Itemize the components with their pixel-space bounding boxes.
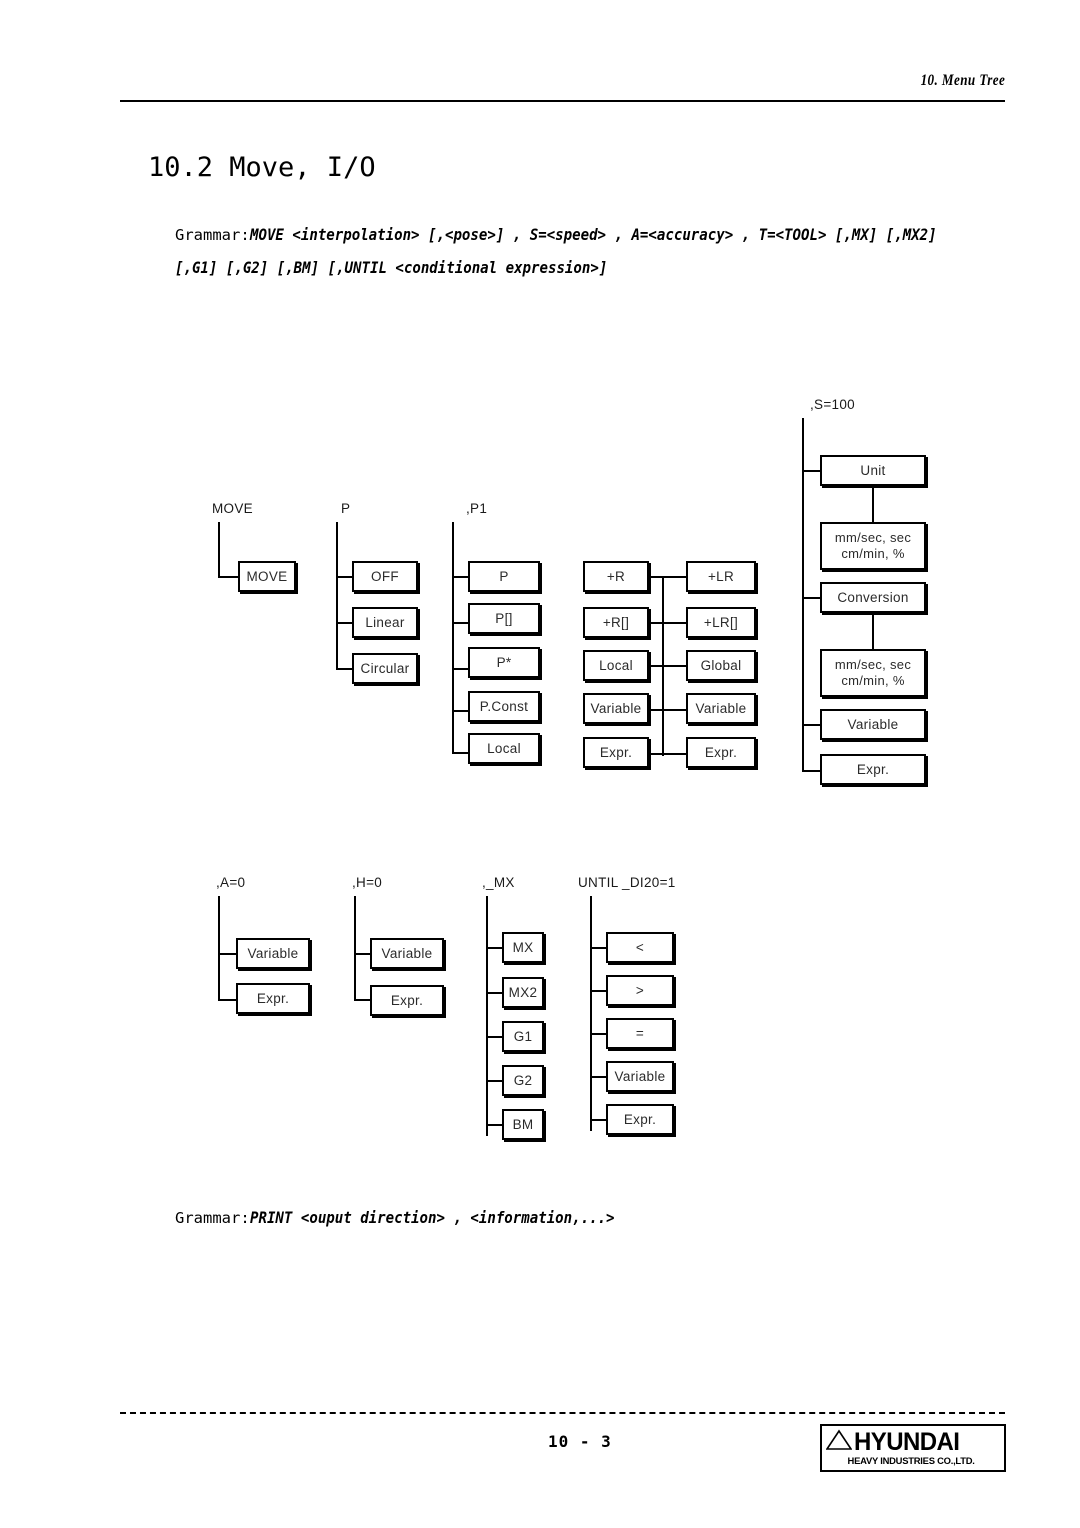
node-tool-variable[interactable]: Variable bbox=[370, 938, 444, 969]
connector-speed-stub-0 bbox=[802, 470, 822, 472]
node-pose-p-const[interactable]: P.Const bbox=[468, 691, 540, 722]
node-mx-mx[interactable]: MX bbox=[502, 932, 544, 963]
connector-accuracy-stub-0 bbox=[218, 953, 238, 955]
node-speed-unit[interactable]: Unit bbox=[820, 455, 926, 486]
node-pose-local[interactable]: Local bbox=[468, 733, 540, 764]
grammar-print-label: Grammar: bbox=[175, 1209, 250, 1227]
node-lr-expr[interactable]: Expr. bbox=[686, 737, 756, 768]
connector-until-spine bbox=[590, 896, 592, 1131]
node-speed-conversion-values: mm/sec, sec cm/min, % bbox=[820, 649, 926, 697]
node-r-local[interactable]: Local bbox=[583, 650, 649, 681]
node-until-less-than[interactable]: < bbox=[606, 932, 674, 963]
node-speed-unit-values: mm/sec, sec cm/min, % bbox=[820, 522, 926, 570]
tree-label-speed: ,S=100 bbox=[810, 397, 855, 412]
node-pose-p[interactable]: P bbox=[468, 561, 540, 592]
page-number: 10 - 3 bbox=[548, 1432, 612, 1451]
connector-accuracy-stub-1 bbox=[218, 999, 238, 1001]
tree-label-until: UNTIL _DI20=1 bbox=[578, 875, 676, 890]
node-accuracy-variable[interactable]: Variable bbox=[236, 938, 310, 969]
connector-move-stub-0 bbox=[218, 576, 240, 578]
tree-label-accuracy: ,A=0 bbox=[216, 875, 246, 890]
tree-label-move: MOVE bbox=[212, 501, 253, 516]
node-r-plus-r-array[interactable]: +R[] bbox=[583, 607, 649, 638]
node-until-equals[interactable]: = bbox=[606, 1018, 674, 1049]
document-page: 10. Menu Tree 10.2 Move, I/O Grammar:MOV… bbox=[0, 0, 1080, 1528]
tree-label-tool: ,H=0 bbox=[352, 875, 383, 890]
page-header-chapter: 10. Menu Tree bbox=[920, 72, 1005, 89]
node-pose-p-array[interactable]: P[] bbox=[468, 603, 540, 634]
section-title: 10.2 Move, I/O bbox=[148, 152, 376, 183]
grammar-move-label: Grammar: bbox=[175, 226, 250, 244]
connector-lr-stub-3 bbox=[662, 709, 686, 711]
node-speed-variable[interactable]: Variable bbox=[820, 709, 926, 740]
triangle-icon bbox=[825, 1429, 853, 1456]
node-until-greater-than[interactable]: > bbox=[606, 975, 674, 1006]
node-speed-conversion[interactable]: Conversion bbox=[820, 582, 926, 613]
tree-label-mx: ,_MX bbox=[482, 875, 515, 890]
node-until-expr[interactable]: Expr. bbox=[606, 1104, 674, 1135]
node-mx-mx2[interactable]: MX2 bbox=[502, 977, 544, 1008]
node-speed-unit-values-line-1: mm/sec, sec bbox=[834, 530, 912, 546]
node-lr-global[interactable]: Global bbox=[686, 650, 756, 681]
node-interpolation-circular[interactable]: Circular bbox=[352, 653, 418, 684]
connector-speed-stub-2 bbox=[802, 724, 822, 726]
node-until-variable[interactable]: Variable bbox=[606, 1061, 674, 1092]
connector-unit-to-sub bbox=[872, 486, 874, 522]
node-speed-conversion-values-line-1: mm/sec, sec bbox=[834, 657, 912, 673]
node-speed-unit-values-line-2: cm/min, % bbox=[841, 546, 905, 561]
node-lr-plus-lr-array[interactable]: +LR[] bbox=[686, 607, 756, 638]
grammar-move-line-2: [,G1] [,G2] [,BM] [,UNTIL <conditional e… bbox=[175, 258, 666, 278]
grammar-move-line-1: Grammar:MOVE <interpolation> [,<pose>] ,… bbox=[175, 225, 1030, 245]
node-r-plus-r[interactable]: +R bbox=[583, 561, 649, 592]
node-tool-expr[interactable]: Expr. bbox=[370, 985, 444, 1016]
node-interpolation-linear[interactable]: Linear bbox=[352, 607, 418, 638]
connector-mx-spine bbox=[486, 896, 488, 1136]
node-lr-variable[interactable]: Variable bbox=[686, 693, 756, 724]
connector-accuracy-spine bbox=[218, 896, 220, 1001]
node-interpolation-off[interactable]: OFF bbox=[352, 561, 418, 592]
node-r-variable[interactable]: Variable bbox=[583, 693, 649, 724]
node-speed-conversion-values-line-2: cm/min, % bbox=[841, 673, 905, 688]
connector-speed-stub-1 bbox=[802, 597, 822, 599]
node-accuracy-expr[interactable]: Expr. bbox=[236, 983, 310, 1014]
footer-divider bbox=[120, 1412, 1005, 1414]
tree-label-pose: ,P1 bbox=[466, 501, 488, 516]
connector-lr-stub-4 bbox=[662, 753, 686, 755]
grammar-print-syntax: PRINT <ouput direction> , <information,.… bbox=[249, 1208, 615, 1227]
connector-move-spine bbox=[218, 522, 220, 578]
connector-lr-stub-1 bbox=[662, 622, 686, 624]
grammar-move-syntax-line-2: [,G1] [,G2] [,BM] [,UNTIL <conditional e… bbox=[175, 258, 608, 277]
grammar-move-syntax-line-1: MOVE <interpolation> [,<pose>] , S=<spee… bbox=[249, 225, 937, 244]
connector-lr-stub-2 bbox=[662, 665, 686, 667]
connector-pose-spine bbox=[452, 522, 454, 754]
node-move-move[interactable]: MOVE bbox=[238, 561, 296, 592]
node-mx-bm[interactable]: BM bbox=[502, 1109, 544, 1140]
hyundai-logo: HYUNDAI HEAVY INDUSTRIES CO.,LTD. bbox=[820, 1424, 1006, 1472]
grammar-print-line-1: Grammar:PRINT <ouput direction> , <infor… bbox=[175, 1208, 664, 1228]
header-divider bbox=[120, 100, 1005, 102]
node-mx-g2[interactable]: G2 bbox=[502, 1065, 544, 1096]
tree-label-interpolation: P bbox=[341, 501, 351, 516]
connector-tool-spine bbox=[354, 896, 356, 1001]
node-mx-g1[interactable]: G1 bbox=[502, 1021, 544, 1052]
node-lr-plus-lr[interactable]: +LR bbox=[686, 561, 756, 592]
connector-lr-stub-0 bbox=[662, 576, 686, 578]
node-pose-p-star[interactable]: P* bbox=[468, 647, 540, 678]
connector-interpolation-spine bbox=[336, 522, 338, 670]
logo-subtitle: HEAVY INDUSTRIES CO.,LTD. bbox=[847, 1455, 975, 1467]
node-speed-expr[interactable]: Expr. bbox=[820, 754, 926, 785]
node-r-expr[interactable]: Expr. bbox=[583, 737, 649, 768]
connector-speed-stub-3 bbox=[802, 770, 822, 772]
logo-wordmark: HYUNDAI bbox=[854, 1428, 960, 1456]
connector-conversion-to-sub bbox=[872, 613, 874, 649]
